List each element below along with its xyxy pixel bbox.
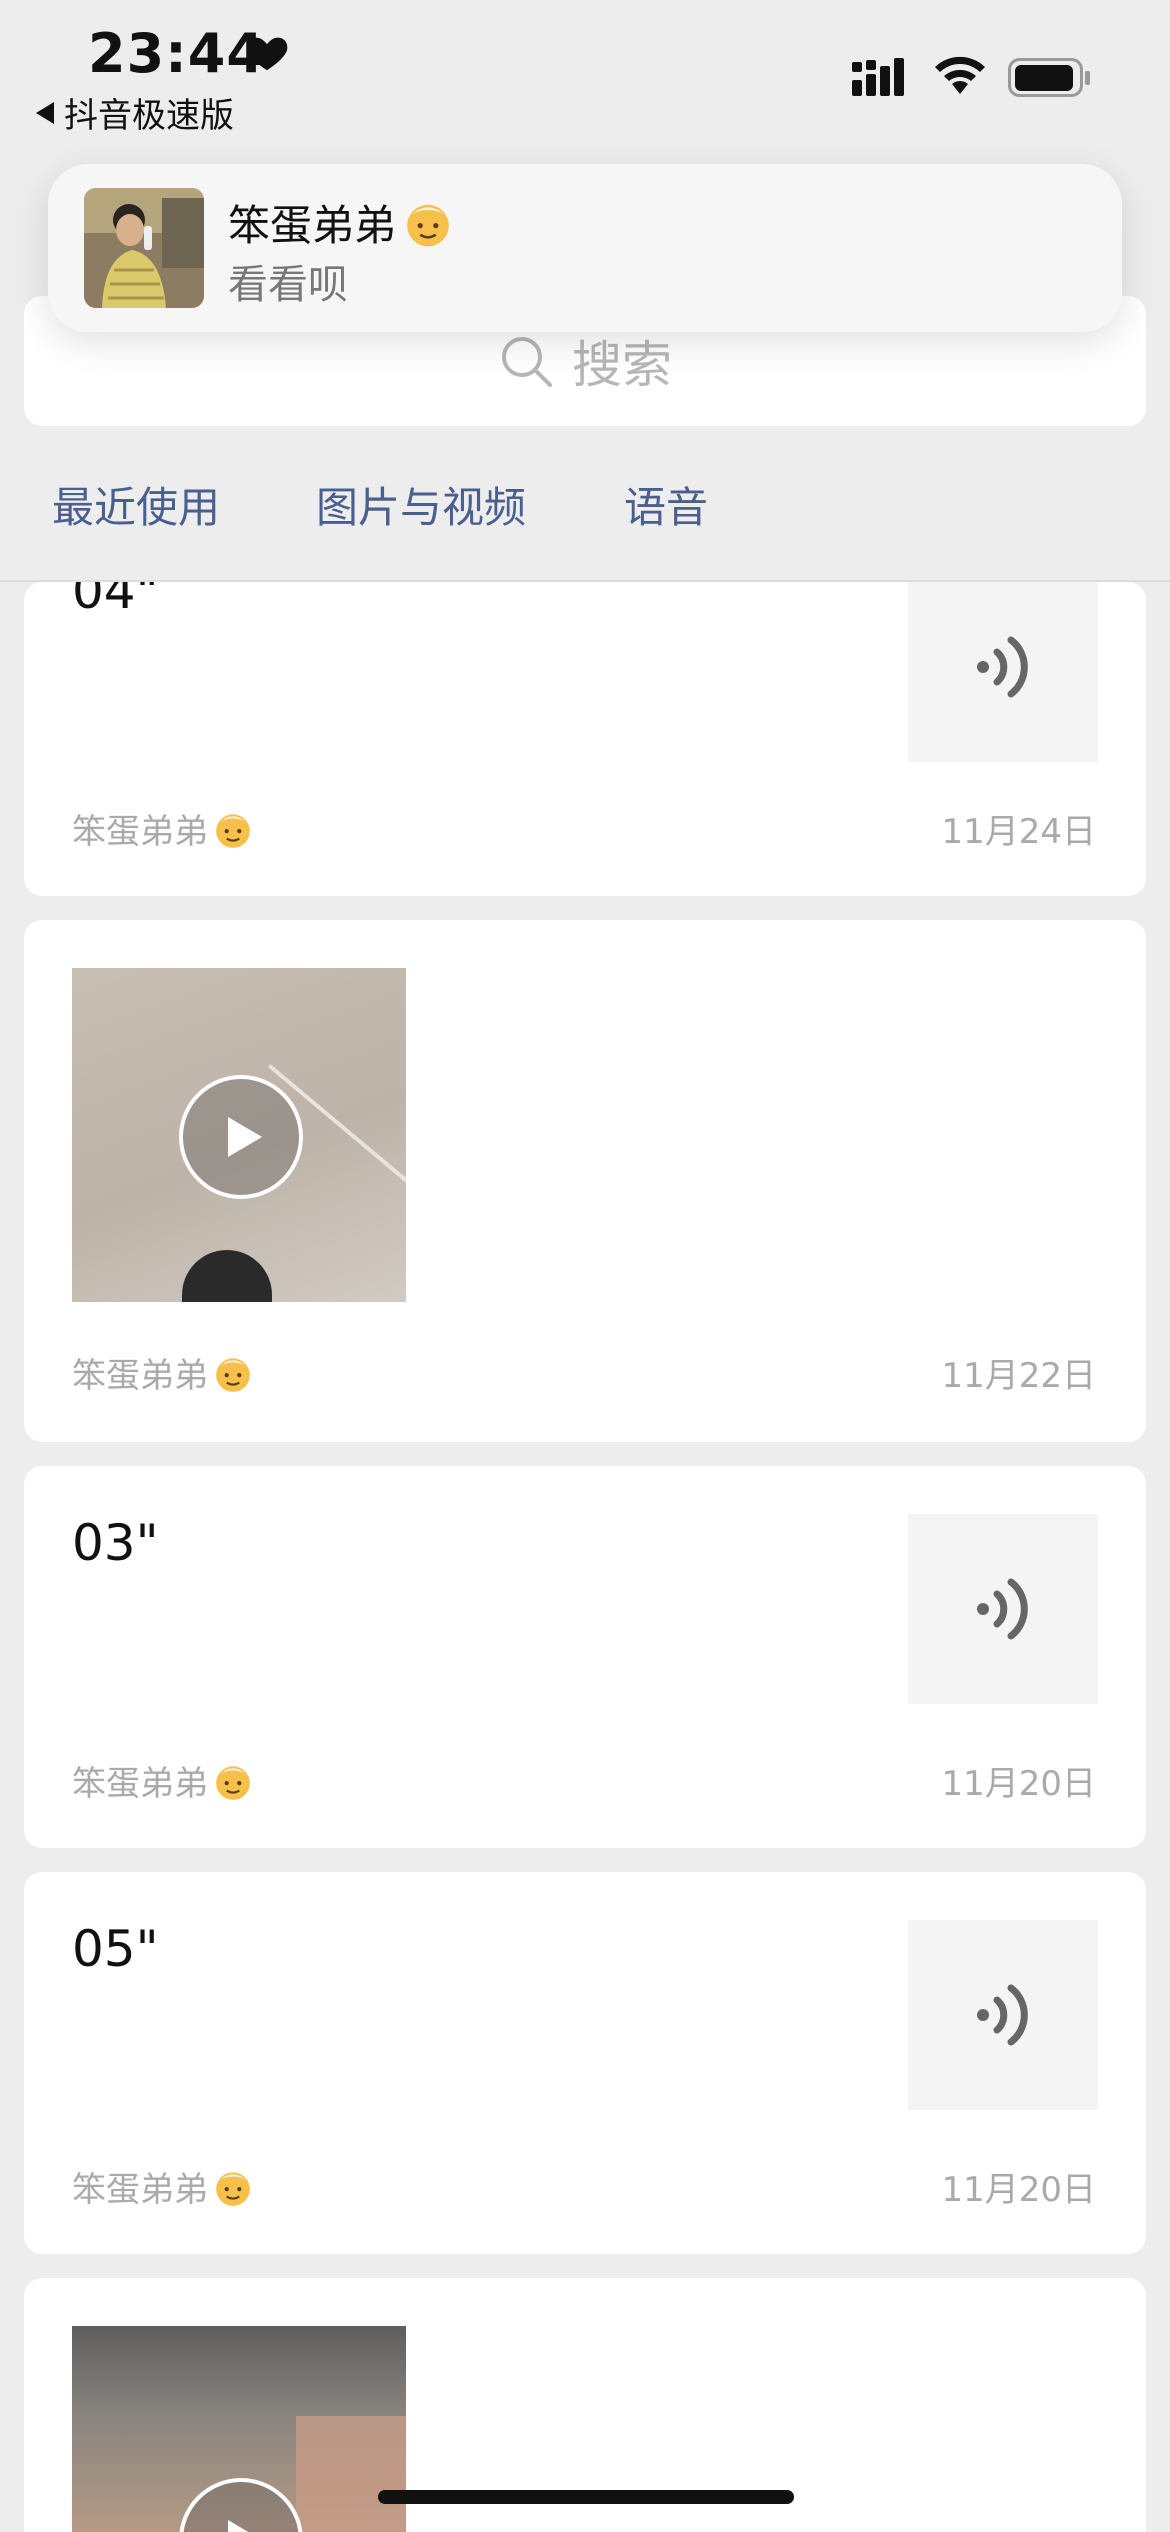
back-arrow-icon: [36, 101, 54, 124]
sender-name: 笨蛋弟弟: [72, 1764, 208, 1804]
sender-name: 笨蛋弟弟: [72, 1356, 208, 1396]
tab-voice[interactable]: 语音: [624, 474, 708, 535]
voice-wave-icon: [977, 1578, 1028, 1640]
video-thumbnail[interactable]: [72, 2326, 406, 2532]
old-man-emoji-icon: [216, 1357, 250, 1392]
video-subject-shape: [182, 1250, 272, 1302]
search-placeholder: 搜索: [572, 336, 672, 394]
battery-icon: [1008, 58, 1090, 97]
sender-name: 笨蛋弟弟: [72, 2170, 208, 2210]
tab-recent[interactable]: 最近使用: [52, 474, 220, 535]
wifi-icon: [935, 56, 985, 94]
home-indicator[interactable]: [378, 2490, 794, 2504]
old-man-emoji-icon: [216, 1765, 250, 1800]
notification-banner[interactable]: 笨蛋弟弟 看看呗: [48, 164, 1122, 332]
old-man-emoji-icon: [216, 2171, 250, 2206]
voice-message-button[interactable]: [908, 1920, 1098, 2110]
message-date: 11月22日: [941, 1356, 1096, 1396]
old-man-emoji-icon: [407, 204, 449, 246]
search-icon: [502, 337, 552, 387]
list-item[interactable]: 笨蛋弟弟 11月22日: [24, 920, 1146, 1442]
notification-title: 笨蛋弟弟: [228, 192, 454, 253]
message-date: 11月20日: [941, 1764, 1096, 1804]
voice-duration: 03": [72, 1514, 159, 1572]
list-item[interactable]: 05" 笨蛋弟弟 11月20日: [24, 1872, 1146, 2254]
status-bar: 23:44 抖音极速版: [0, 0, 1170, 150]
list-item[interactable]: 04" 笨蛋弟弟 11月24日: [24, 582, 1146, 896]
play-icon[interactable]: [179, 2478, 303, 2532]
message-date: 11月24日: [941, 812, 1096, 852]
list-item[interactable]: 03" 笨蛋弟弟 11月20日: [24, 1466, 1146, 1848]
notification-message: 看看呗: [228, 262, 348, 308]
category-tabs: 最近使用 图片与视频 语音: [0, 440, 1170, 582]
back-to-app-link[interactable]: 抖音极速版: [36, 88, 234, 137]
curtain-shape: [296, 2416, 406, 2532]
back-app-label: 抖音极速版: [64, 96, 234, 136]
sender-name: 笨蛋弟弟: [72, 812, 208, 852]
cellular-signal-icon: [852, 58, 904, 96]
voice-message-button[interactable]: [908, 1514, 1098, 1704]
voice-wave-icon: [977, 1984, 1028, 2046]
sender: 笨蛋弟弟: [72, 1756, 254, 1805]
voice-duration: 04": [72, 582, 159, 620]
clock: 23:44: [88, 22, 265, 85]
sender: 笨蛋弟弟: [72, 2162, 254, 2211]
notification-sender: 笨蛋弟弟: [228, 201, 397, 250]
voice-duration: 05": [72, 1920, 159, 1978]
sender: 笨蛋弟弟: [72, 804, 254, 853]
video-thumbnail[interactable]: [72, 968, 406, 1302]
tab-photos-videos[interactable]: 图片与视频: [316, 474, 526, 535]
message-date: 11月20日: [941, 2170, 1096, 2210]
sender: 笨蛋弟弟: [72, 1348, 254, 1397]
voice-message-button[interactable]: [908, 582, 1098, 762]
old-man-emoji-icon: [216, 813, 250, 848]
avatar-photo: [84, 188, 204, 308]
play-icon[interactable]: [179, 1075, 303, 1199]
avatar: [84, 188, 204, 308]
heart-icon: [246, 37, 288, 71]
voice-wave-icon: [977, 636, 1028, 698]
